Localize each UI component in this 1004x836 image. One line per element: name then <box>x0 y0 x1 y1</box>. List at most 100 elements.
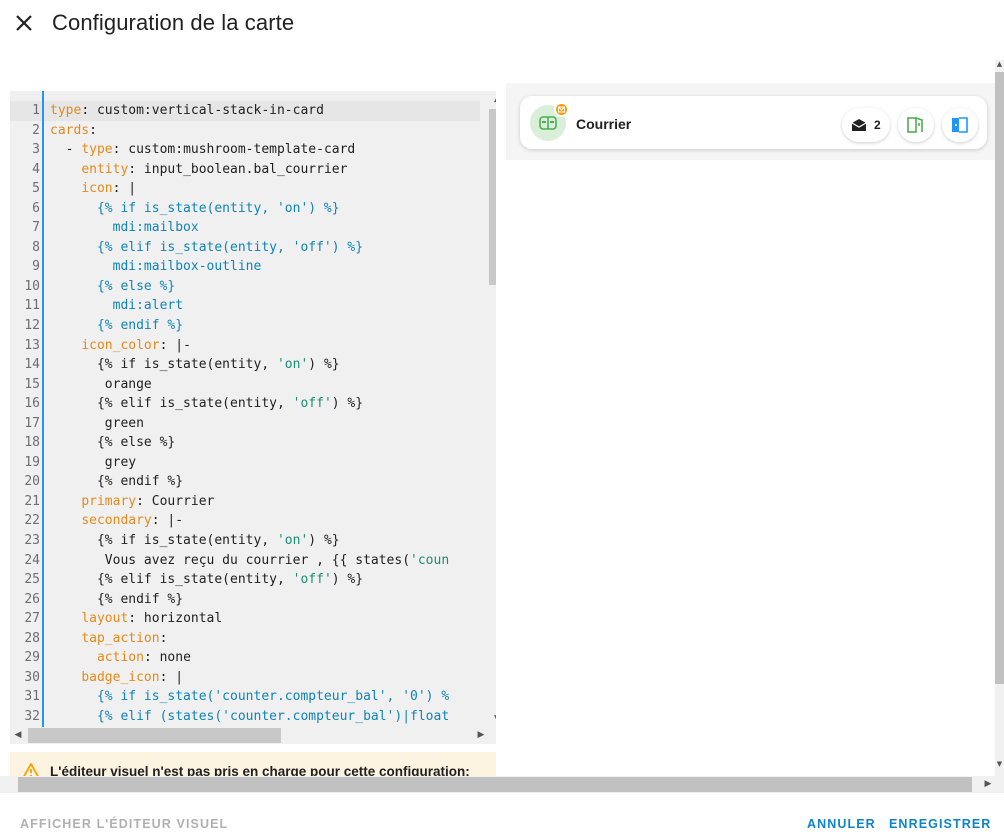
code-text: green <box>50 414 144 434</box>
editor-vertical-scrollbar[interactable]: ▲ ▼ <box>489 91 496 727</box>
code-token: : |- <box>151 513 184 529</box>
code-text: {% endif %} <box>50 316 183 336</box>
page-scroll-right-icon[interactable]: ▶ <box>980 776 996 793</box>
code-line[interactable]: 12 {% endif %} <box>10 316 480 336</box>
code-line[interactable]: 30 badge_icon: | <box>10 668 480 688</box>
door-chip-green[interactable] <box>898 108 934 142</box>
code-token: badge_icon <box>81 669 160 685</box>
line-number: 21 <box>24 493 40 509</box>
scroll-left-arrow-icon[interactable]: ◀ <box>10 727 26 744</box>
line-number: 9 <box>32 259 40 275</box>
code-text: {% endif %} <box>50 590 183 610</box>
code-line[interactable]: 1 type: custom:vertical-stack-in-card <box>10 101 480 121</box>
code-token: primary <box>81 493 137 509</box>
code-token: {% elif is_state(entity, 'off') %} <box>50 239 364 255</box>
line-number: 1 <box>32 103 40 118</box>
code-token: : Courrier <box>136 493 215 509</box>
scroll-down-arrow-icon[interactable]: ▼ <box>489 711 496 727</box>
code-line[interactable]: 2 cards: <box>10 121 480 141</box>
line-number: 15 <box>24 376 40 392</box>
code-line[interactable]: 32 {% elif (states('counter.compteur_bal… <box>10 707 480 727</box>
page-scroll-up-icon[interactable]: ▲ <box>995 60 1004 68</box>
mushroom-template-card[interactable]: Courrier 2 <box>520 96 987 149</box>
close-button[interactable] <box>10 9 38 37</box>
mail-open-icon <box>851 119 867 131</box>
code-text: {% if is_state(entity, 'on') %} <box>50 199 340 219</box>
editor-vertical-scroll-thumb[interactable] <box>489 109 496 285</box>
code-text: layout: horizontal <box>50 609 222 629</box>
line-number: 27 <box>24 611 40 627</box>
code-token: orange <box>50 376 152 392</box>
code-line[interactable]: 5 icon: | <box>10 179 480 199</box>
code-token: {% if is_state(entity, <box>50 533 277 549</box>
yaml-code-editor[interactable]: 1 type: custom:vertical-stack-in-card 2 car… <box>10 91 496 744</box>
visual-editor-warning: L'éditeur visuel n'est pas pris en charg… <box>10 752 496 778</box>
code-line[interactable]: 15 orange <box>10 375 480 395</box>
code-line[interactable]: 9 mdi:mailbox-outline <box>10 257 480 277</box>
code-line[interactable]: 20 {% endif %} <box>10 472 480 492</box>
code-line[interactable]: 10 {% else %} <box>10 277 480 297</box>
code-line[interactable]: 25 {% elif is_state(entity, 'off') %} <box>10 570 480 590</box>
code-line[interactable]: 3 - type: custom:mushroom-template-card <box>10 140 480 160</box>
line-number: 20 <box>24 474 40 490</box>
scroll-up-arrow-icon[interactable]: ▲ <box>489 91 496 107</box>
code-lines[interactable]: 1 type: custom:vertical-stack-in-card 2 car… <box>10 101 480 727</box>
code-line[interactable]: 16 {% elif is_state(entity, 'off') %} <box>10 394 480 414</box>
editor-horizontal-scroll-thumb[interactable] <box>28 728 281 743</box>
line-number: 3 <box>32 142 40 158</box>
code-line[interactable]: 13 icon_color: |- <box>10 336 480 356</box>
code-line[interactable]: 31 {% if is_state('counter.compteur_bal'… <box>10 687 480 707</box>
code-text: primary: Courrier <box>50 492 214 512</box>
page-horizontal-scrollbar[interactable]: ▶ <box>0 776 1004 793</box>
scroll-right-arrow-icon[interactable]: ▶ <box>473 727 489 744</box>
line-number: 11 <box>24 298 40 314</box>
code-line[interactable]: 7 mdi:mailbox <box>10 218 480 238</box>
code-line[interactable]: 27 layout: horizontal <box>10 609 480 629</box>
save-button[interactable]: Enregistrer <box>889 817 991 831</box>
page-horizontal-scroll-thumb[interactable] <box>18 777 972 792</box>
code-line[interactable]: 18 {% else %} <box>10 433 480 453</box>
code-line[interactable]: 22 secondary: |- <box>10 511 480 531</box>
code-token: ) %} <box>331 396 364 412</box>
code-line[interactable]: 17 green <box>10 414 480 434</box>
line-number: 2 <box>32 122 40 138</box>
code-line[interactable]: 8 {% elif is_state(entity, 'off') %} <box>10 238 480 258</box>
show-visual-editor-button[interactable]: Afficher l'éditeur visuel <box>20 817 228 831</box>
page-vertical-scrollbar[interactable]: ▲ ▼ <box>995 60 1004 776</box>
code-line[interactable]: 19 grey <box>10 453 480 473</box>
page-scroll-down-icon[interactable]: ▼ <box>995 760 1004 768</box>
code-line[interactable]: 23 {% if is_state(entity, 'on') %} <box>10 531 480 551</box>
code-text: secondary: |- <box>50 511 183 531</box>
cancel-button[interactable]: Annuler <box>807 817 876 831</box>
line-number: 16 <box>24 396 40 412</box>
code-line[interactable]: 21 primary: Courrier <box>10 492 480 512</box>
code-line[interactable]: 11 mdi:alert <box>10 296 480 316</box>
editor-horizontal-scrollbar[interactable]: ◀ ▶ <box>10 727 489 744</box>
code-token: : horizontal <box>128 611 223 627</box>
code-token: : custom:vertical-stack-in-card <box>81 103 324 118</box>
code-text: mdi:alert <box>50 296 183 316</box>
code-text: - type: custom:mushroom-template-card <box>50 140 356 160</box>
code-text: {% endif %} <box>50 472 183 492</box>
line-number: 4 <box>32 161 40 177</box>
code-line[interactable]: 4 entity: input_boolean.bal_courrier <box>10 160 480 180</box>
code-token: 'off' <box>292 572 332 588</box>
code-line[interactable]: 26 {% endif %} <box>10 590 480 610</box>
code-line[interactable]: 29 action: none <box>10 648 480 668</box>
code-line[interactable]: 14 {% if is_state(entity, 'on') %} <box>10 355 480 375</box>
code-text: entity: input_boolean.bal_courrier <box>50 160 347 180</box>
code-line[interactable]: 6 {% if is_state(entity, 'on') %} <box>10 199 480 219</box>
code-token: {% elif is_state(entity, <box>50 572 293 588</box>
code-token: grey <box>50 454 137 470</box>
code-token: {% if is_state(entity, <box>50 357 277 373</box>
page-vertical-scroll-thumb[interactable] <box>995 72 1004 684</box>
mail-count-chip[interactable]: 2 <box>842 108 890 142</box>
line-number: 5 <box>32 181 40 197</box>
code-line[interactable]: 28 tap_action: <box>10 629 480 649</box>
door-chip-blue[interactable] <box>942 108 978 142</box>
code-text: {% elif is_state(entity, 'off') %} <box>50 570 363 590</box>
code-line[interactable]: 24 Vous avez reçu du courrier , {{ state… <box>10 551 480 571</box>
